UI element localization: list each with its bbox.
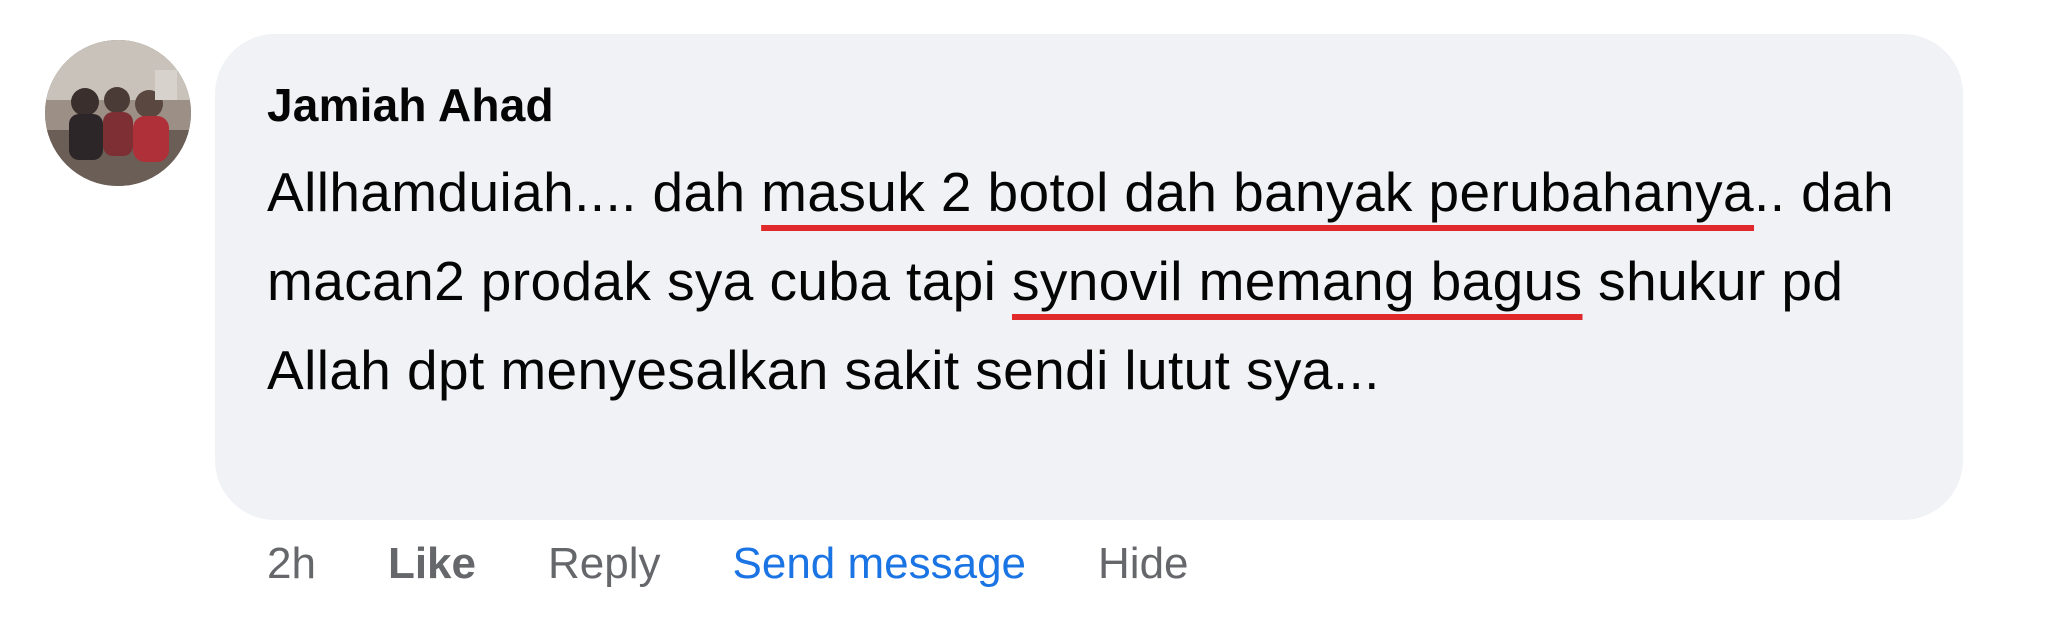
avatar[interactable] <box>45 40 191 186</box>
hide-button[interactable]: Hide <box>1098 539 1189 589</box>
comment-author-name[interactable]: Jamiah Ahad <box>267 78 554 132</box>
comment-text: Allhamduiah.... dah masuk 2 botol dah ba… <box>267 148 1927 415</box>
underlined-text-segment: masuk 2 botol dah banyak perubahanya <box>761 161 1755 223</box>
send-message-button[interactable]: Send message <box>733 539 1027 589</box>
underlined-text-segment: synovil memang bagus <box>1011 250 1583 312</box>
like-button[interactable]: Like <box>388 539 476 589</box>
comment-actions: 2h Like Reply Send message Hide <box>267 534 1189 594</box>
comment-text-segment: Allhamduiah.... dah <box>267 161 762 223</box>
avatar-photo <box>45 40 191 186</box>
timestamp-link[interactable]: 2h <box>267 539 316 589</box>
reply-button[interactable]: Reply <box>548 539 661 589</box>
